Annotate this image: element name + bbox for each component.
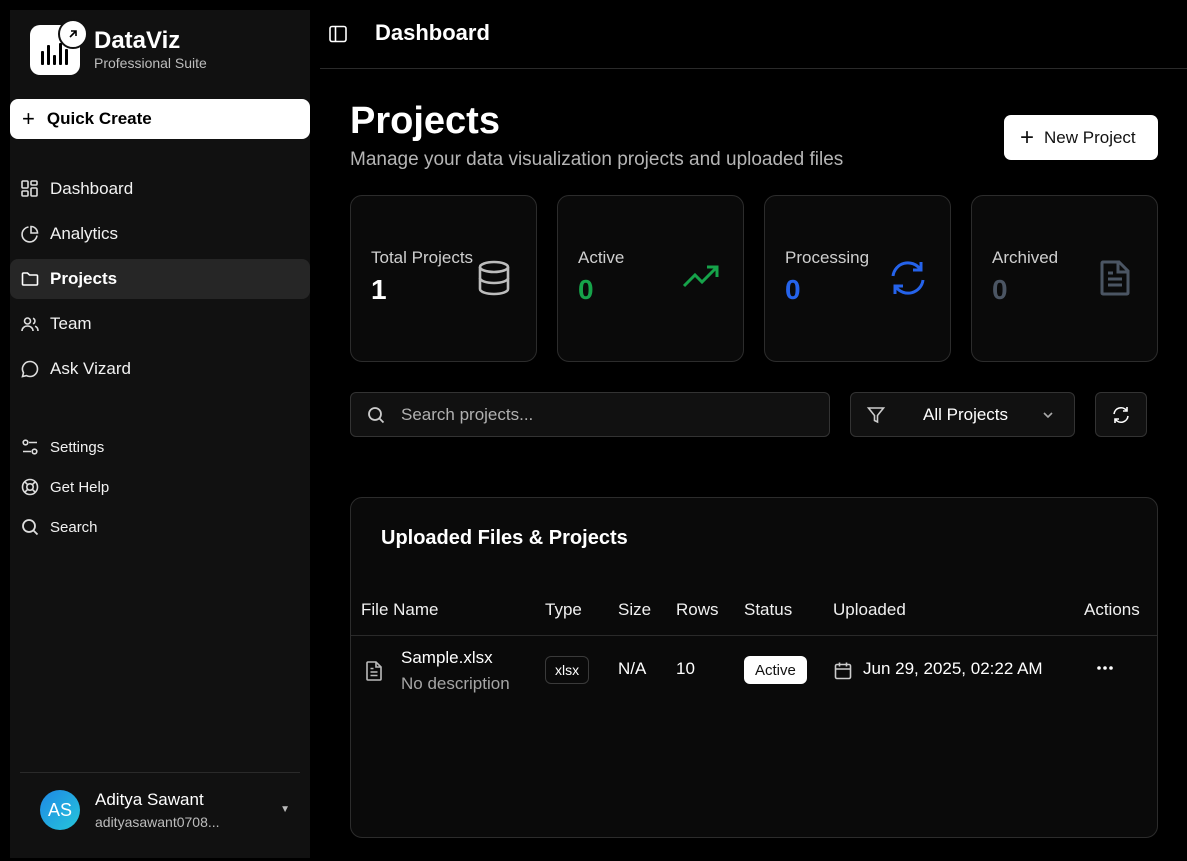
page-title: Projects — [350, 100, 500, 142]
project-filter-select[interactable]: All Projects — [850, 392, 1075, 437]
sidebar-item-label: Analytics — [50, 224, 119, 243]
brand[interactable]: DataViz Professional Suite — [30, 19, 207, 75]
file-size: N/A — [618, 659, 647, 678]
type-badge: xlsx — [545, 656, 590, 684]
uploaded-date: Jun 29, 2025, 02:22 AM — [863, 659, 1043, 678]
file-name[interactable]: Sample.xlsx — [401, 648, 493, 668]
topbar: Dashboard — [320, 0, 1187, 69]
file-icon — [1100, 260, 1130, 296]
quick-create-label: Quick Create — [46, 109, 152, 128]
divider — [20, 772, 300, 773]
column-header-type[interactable]: Type — [545, 600, 582, 620]
stat-value: 1 — [371, 274, 387, 305]
sidebar-item-label: Search — [50, 518, 98, 536]
sidebar-item-dashboard[interactable]: Dashboard — [10, 169, 310, 209]
stat-card-total-projects: Total Projects 1 — [350, 195, 537, 362]
calendar-icon — [834, 662, 852, 680]
search-icon — [22, 519, 39, 536]
secondary-nav: Settings Get Help Search — [10, 427, 310, 547]
refresh-icon — [891, 261, 925, 295]
stat-label: Processing — [785, 248, 870, 267]
brand-subtitle: Professional Suite — [94, 55, 207, 71]
sidebar-item-analytics[interactable]: Analytics — [10, 214, 310, 254]
stat-card-processing: Processing 0 — [764, 195, 951, 362]
stat-value: 0 — [578, 274, 594, 305]
column-header-uploaded[interactable]: Uploaded — [833, 600, 906, 620]
column-header-status[interactable]: Status — [744, 600, 792, 620]
search-input[interactable] — [401, 404, 801, 425]
sidebar: DataViz Professional Suite + Quick Creat… — [0, 0, 320, 861]
dashboard-icon — [21, 180, 38, 197]
stat-card-active: Active 0 — [557, 195, 744, 362]
sidebar-item-label: Get Help — [50, 478, 110, 496]
table-title: Uploaded Files & Projects — [381, 527, 628, 549]
sidebar-item-label: Ask Vizard — [50, 359, 131, 378]
caret-down-icon: ▼ — [280, 804, 290, 815]
users-icon — [21, 317, 39, 332]
plus-icon: + — [1020, 123, 1035, 151]
sidebar-toggle-icon[interactable] — [328, 24, 348, 44]
stat-label: Total Projects — [371, 248, 474, 267]
database-icon — [478, 260, 510, 296]
sidebar-item-projects[interactable]: Projects — [10, 259, 310, 299]
refresh-button[interactable] — [1095, 392, 1147, 437]
status-badge: Active — [744, 656, 807, 684]
more-horizontal-icon[interactable] — [1096, 658, 1114, 678]
search-box — [350, 392, 830, 437]
new-project-label: New Project — [1044, 127, 1136, 147]
user-name: Aditya Sawant — [95, 790, 204, 809]
stat-value: 0 — [992, 274, 1008, 305]
folder-icon — [21, 272, 39, 286]
search-icon — [368, 406, 385, 423]
user-menu[interactable]: AS Aditya Sawant adityasawant0708... ▼ — [40, 790, 290, 830]
page-subtitle: Manage your data visualization projects … — [350, 149, 844, 170]
file-text-icon — [366, 661, 382, 681]
new-project-button[interactable]: + New Project — [1004, 115, 1158, 160]
sidebar-item-get-help[interactable]: Get Help — [10, 467, 310, 507]
divider — [351, 635, 1157, 636]
sidebar-item-label: Dashboard — [50, 179, 134, 198]
stat-label: Archived — [992, 248, 1059, 267]
stat-label: Active — [578, 248, 625, 267]
sidebar-item-settings[interactable]: Settings — [10, 427, 310, 467]
page-header-title: Dashboard — [375, 20, 490, 45]
pie-chart-icon — [21, 225, 39, 243]
main-nav: Dashboard Analytics Projects Team Ask Vi… — [10, 169, 310, 394]
sidebar-item-label: Settings — [50, 438, 105, 456]
sidebar-item-label: Team — [50, 314, 92, 333]
sidebar-item-team[interactable]: Team — [10, 304, 310, 344]
sidebar-item-label: Projects — [50, 269, 118, 288]
file-description: No description — [401, 674, 510, 693]
files-table-card: Uploaded Files & Projects File Name Type… — [350, 497, 1158, 838]
avatar: AS — [40, 790, 80, 830]
settings-icon — [22, 439, 38, 455]
stat-value: 0 — [785, 274, 801, 305]
sidebar-panel: DataViz Professional Suite + Quick Creat… — [10, 10, 310, 858]
chat-icon — [21, 360, 39, 378]
refresh-icon — [1113, 406, 1129, 423]
brand-logo — [30, 19, 88, 75]
sidebar-item-search[interactable]: Search — [10, 507, 310, 547]
file-rows: 10 — [676, 659, 695, 678]
brand-name: DataViz — [94, 27, 181, 54]
stat-card-archived: Archived 0 — [971, 195, 1158, 362]
column-header-rows[interactable]: Rows — [676, 600, 719, 620]
filter-selected-label: All Projects — [923, 404, 1009, 424]
column-header-file-name[interactable]: File Name — [361, 600, 438, 620]
chevron-down-icon — [1043, 412, 1053, 419]
arrow-up-right-icon — [58, 19, 88, 49]
user-email: adityasawant0708... — [95, 814, 220, 830]
column-header-actions: Actions — [1084, 600, 1140, 619]
plus-icon: + — [22, 106, 35, 131]
help-icon — [21, 478, 39, 496]
sidebar-item-ask-vizard[interactable]: Ask Vizard — [10, 349, 310, 389]
quick-create-button[interactable]: + Quick Create — [10, 99, 310, 139]
filter-icon — [866, 406, 886, 423]
trending-up-icon — [682, 265, 719, 288]
column-header-size[interactable]: Size — [618, 600, 651, 620]
